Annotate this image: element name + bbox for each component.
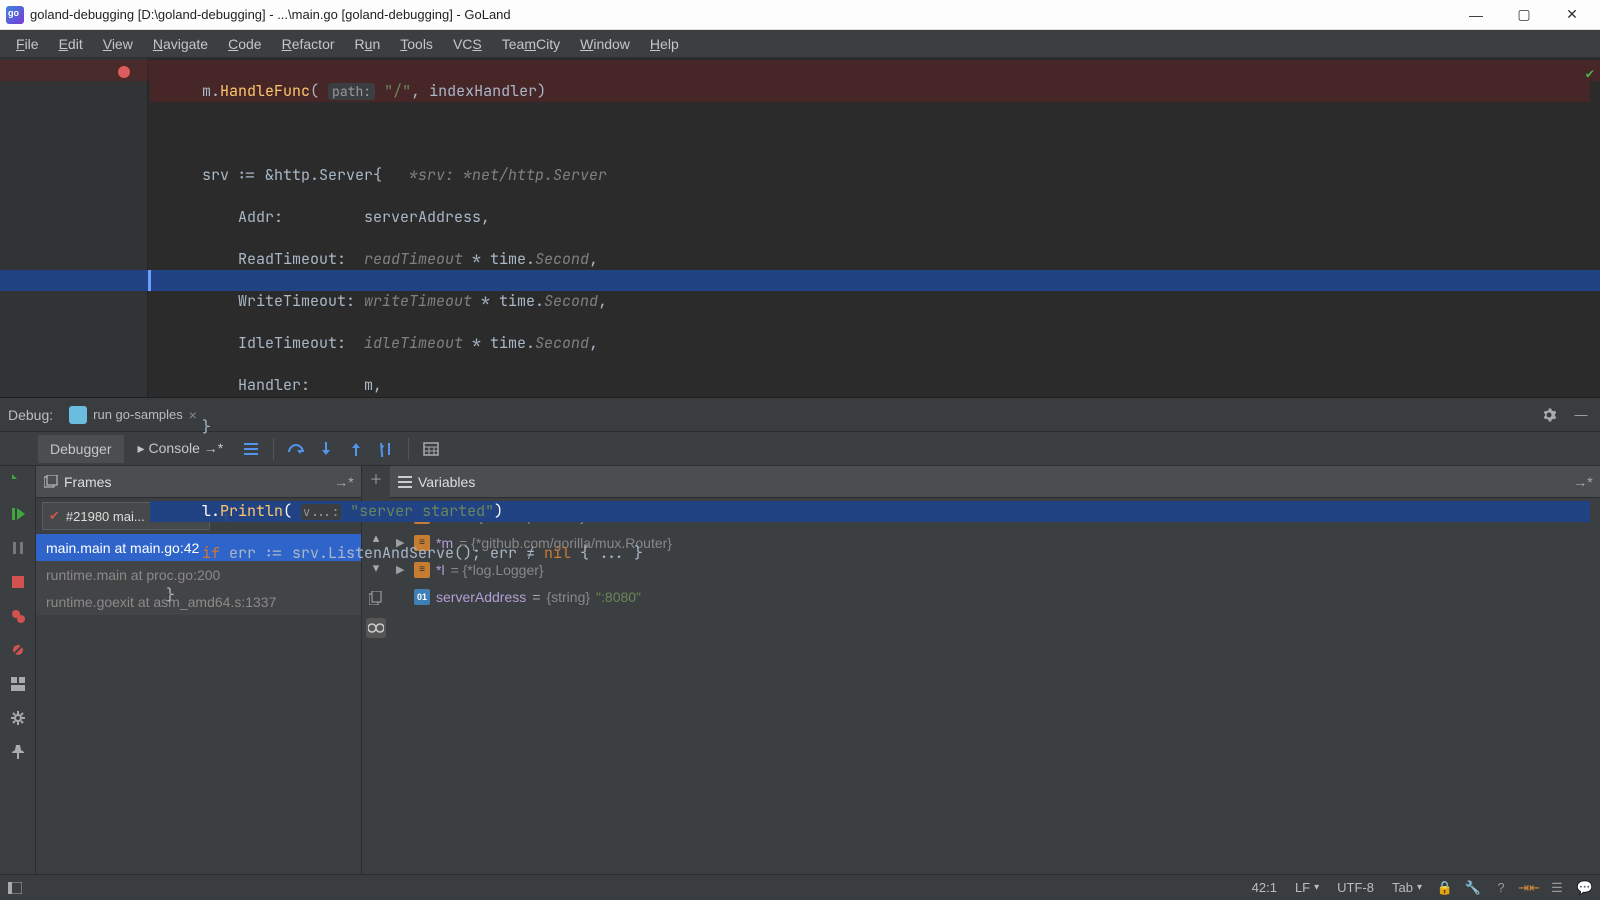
menu-vcs[interactable]: VCS <box>443 32 492 56</box>
memory-indicator-icon[interactable]: ☰ <box>1548 879 1566 897</box>
thread-check-icon: ✔ <box>49 508 60 524</box>
tab-debugger[interactable]: Debugger <box>38 435 124 463</box>
debug-label: Debug: <box>8 407 53 423</box>
view-breakpoints-icon[interactable] <box>8 606 28 626</box>
menu-file[interactable]: File <box>6 32 49 56</box>
menu-code[interactable]: Code <box>218 32 271 56</box>
editor-gutter[interactable] <box>0 58 148 397</box>
layout-settings-icon[interactable] <box>8 674 28 694</box>
gopher-icon <box>69 406 87 424</box>
menu-view[interactable]: View <box>93 32 143 56</box>
caret-position[interactable]: 42:1 <box>1248 880 1281 895</box>
window-maximize-button[interactable]: ▢ <box>1500 0 1548 30</box>
code-content[interactable]: m.HandleFunc( path: "/", indexHandler) s… <box>150 60 1590 648</box>
toolwindows-toggle-icon[interactable] <box>6 879 24 897</box>
settings-gear-icon[interactable] <box>8 708 28 728</box>
menu-edit[interactable]: Edit <box>49 32 93 56</box>
menu-teamcity[interactable]: TeamCity <box>492 32 570 56</box>
mute-breakpoints-icon[interactable] <box>8 640 28 660</box>
menu-tools[interactable]: Tools <box>390 32 443 56</box>
menu-run[interactable]: Run <box>345 32 391 56</box>
frames-title: Frames <box>64 474 111 490</box>
help-icon[interactable]: ? <box>1492 879 1510 897</box>
pin-icon[interactable] <box>8 742 28 762</box>
notifications-icon[interactable]: 💬 <box>1576 879 1594 897</box>
menu-help[interactable]: Help <box>640 32 689 56</box>
debug-left-rail <box>0 466 36 874</box>
menu-window[interactable]: Window <box>570 32 640 56</box>
menu-refactor[interactable]: Refactor <box>272 32 345 56</box>
readonly-toggle-icon[interactable]: 🔒 <box>1436 879 1454 897</box>
window-title: goland-debugging [D:\goland-debugging] -… <box>30 7 511 22</box>
window-close-button[interactable]: ✕ <box>1548 0 1596 30</box>
line-separator[interactable]: LF ▾ <box>1291 880 1323 895</box>
main-menubar: File Edit View Navigate Code Refactor Ru… <box>0 30 1600 58</box>
menu-navigate[interactable]: Navigate <box>143 32 218 56</box>
stop-icon[interactable] <box>8 572 28 592</box>
rerun-icon[interactable] <box>8 470 28 490</box>
goland-app-icon <box>6 6 24 24</box>
window-minimize-button[interactable]: — <box>1452 0 1500 30</box>
goto-icon[interactable]: ⇥⇤ <box>1520 879 1538 897</box>
prev-frame-icon: ↑ <box>214 504 238 528</box>
indent-settings[interactable]: Tab ▾ <box>1388 880 1426 895</box>
status-bar: 42:1 LF ▾ UTF-8 Tab ▾ 🔒 🔧 ? ⇥⇤ ☰ 💬 <box>0 874 1600 900</box>
frames-icon <box>44 475 58 489</box>
ide-tools-icon[interactable]: 🔧 <box>1464 879 1482 897</box>
resume-icon[interactable] <box>8 504 28 524</box>
file-encoding[interactable]: UTF-8 <box>1333 880 1378 895</box>
breakpoint-icon[interactable] <box>118 66 130 78</box>
window-titlebar: goland-debugging [D:\goland-debugging] -… <box>0 0 1600 30</box>
pause-icon[interactable] <box>8 538 28 558</box>
code-editor[interactable]: ✔ m.HandleFunc( path: "/", indexHandler)… <box>0 58 1600 398</box>
